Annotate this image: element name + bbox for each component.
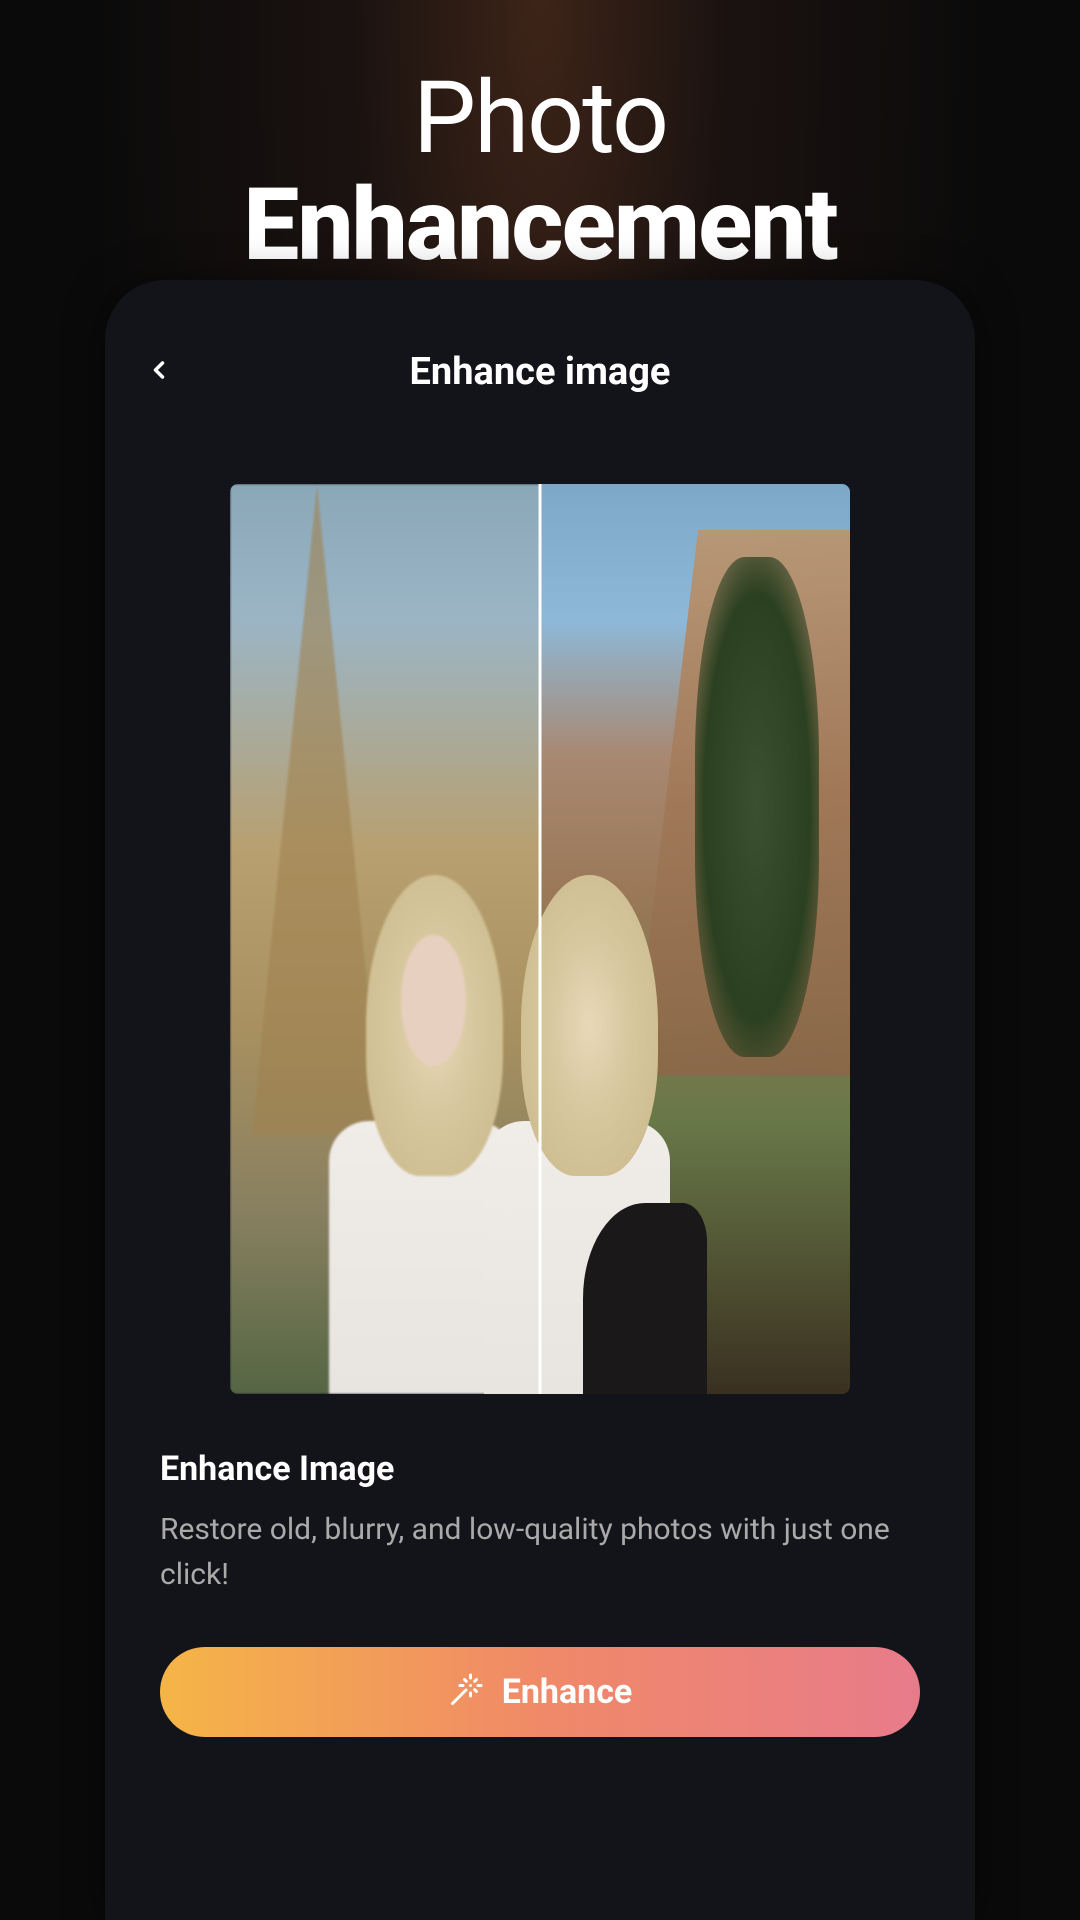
chevron-left-icon xyxy=(145,356,173,384)
feature-title: Enhance Image xyxy=(160,1449,920,1489)
magic-wand-icon xyxy=(448,1672,484,1712)
enhance-button-label: Enhance xyxy=(502,1672,633,1712)
hero-title: Photo Enhancement xyxy=(0,0,1080,284)
hero-title-line1: Photo xyxy=(0,60,1080,177)
back-button[interactable] xyxy=(145,356,173,388)
image-after xyxy=(540,484,850,1394)
feature-section: Enhance Image Restore old, blurry, and l… xyxy=(135,1394,945,1597)
hero-title-line2: Enhancement xyxy=(0,167,1080,284)
phone-frame: Enhance image Enhance Image Restore old,… xyxy=(105,280,975,1920)
feature-description: Restore old, blurry, and low-quality pho… xyxy=(160,1507,920,1597)
enhance-button[interactable]: Enhance xyxy=(160,1647,920,1737)
screen-title: Enhance image xyxy=(145,350,935,394)
comparison-slider[interactable] xyxy=(539,484,542,1394)
app-header: Enhance image xyxy=(135,320,945,434)
image-comparison-preview[interactable] xyxy=(230,484,850,1394)
